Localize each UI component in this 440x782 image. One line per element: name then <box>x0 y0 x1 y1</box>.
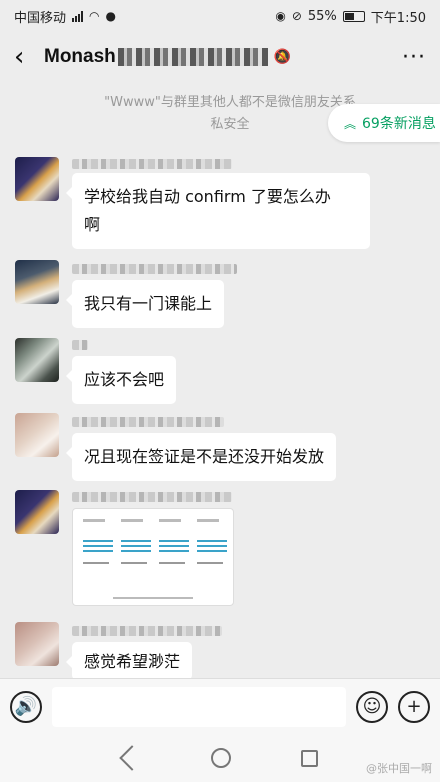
battery-percent: 55% <box>307 8 337 24</box>
new-messages-label: 69条新消息 <box>362 116 436 132</box>
message-bubble[interactable]: 学校给我自动 confirm 了要怎么办 啊 <box>66 173 370 249</box>
voice-icon[interactable]: 🔊 <box>10 690 42 723</box>
more-dots-icon[interactable]: ··· <box>402 45 426 70</box>
sender-name <box>72 626 222 636</box>
sender-name <box>72 417 224 427</box>
avatar[interactable] <box>15 260 59 304</box>
sender-name <box>72 492 232 502</box>
system-navigation: @张中国一啊 <box>0 734 440 782</box>
new-messages-button[interactable]: ︽ 69条新消息 <box>328 104 440 142</box>
chat-header: ‹ Monash 🔕 ··· <box>0 32 440 82</box>
home-circle-icon[interactable] <box>210 748 231 768</box>
avatar[interactable] <box>15 413 59 457</box>
wifi-icon: ◠ <box>89 9 100 23</box>
status-bar: 中国移动 ◠ ● ◉ ⊘ 55% 下午1:50 <box>0 0 440 32</box>
avatar[interactable] <box>15 490 59 534</box>
avatar[interactable] <box>15 622 59 666</box>
avatar[interactable] <box>15 338 59 382</box>
chevron-left-icon[interactable]: ‹ <box>14 42 44 72</box>
message-bubble[interactable]: 应该不会吧 <box>65 356 177 404</box>
avatar[interactable] <box>15 157 59 201</box>
emoji-icon[interactable]: ☺ <box>356 690 388 723</box>
watermark: @张中国一啊 <box>366 762 432 775</box>
sender-name <box>72 340 88 350</box>
chat-title: Monash <box>44 46 116 67</box>
message-input[interactable] <box>52 686 346 727</box>
clock: 下午1:50 <box>370 10 426 26</box>
input-bar: 🔊 ☺ + <box>0 678 440 734</box>
plus-circle-icon[interactable]: + <box>398 690 430 723</box>
signal-icon <box>72 10 84 22</box>
battery-icon <box>342 10 365 22</box>
pixelated-group-name <box>117 48 268 66</box>
message-bubble[interactable]: 我只有一门课能上 <box>65 280 225 328</box>
alarm-off-icon: ⊘ <box>291 9 302 23</box>
image-message[interactable] <box>72 508 234 606</box>
back-triangle-icon[interactable] <box>118 745 145 771</box>
message-icon: ● <box>105 9 116 23</box>
chevron-up-double-icon: ︽ <box>344 116 357 131</box>
bell-off-icon: 🔕 <box>273 49 292 65</box>
message-bubble[interactable]: 感觉希望渺茫 <box>65 642 193 680</box>
eye-icon: ◉ <box>275 9 286 23</box>
carrier-label: 中国移动 <box>14 10 67 26</box>
sender-name <box>72 264 237 274</box>
sender-name <box>72 159 232 169</box>
recents-square-icon[interactable] <box>300 749 318 767</box>
message-bubble[interactable]: 况且现在签证是不是还没开始发放 <box>65 433 337 481</box>
